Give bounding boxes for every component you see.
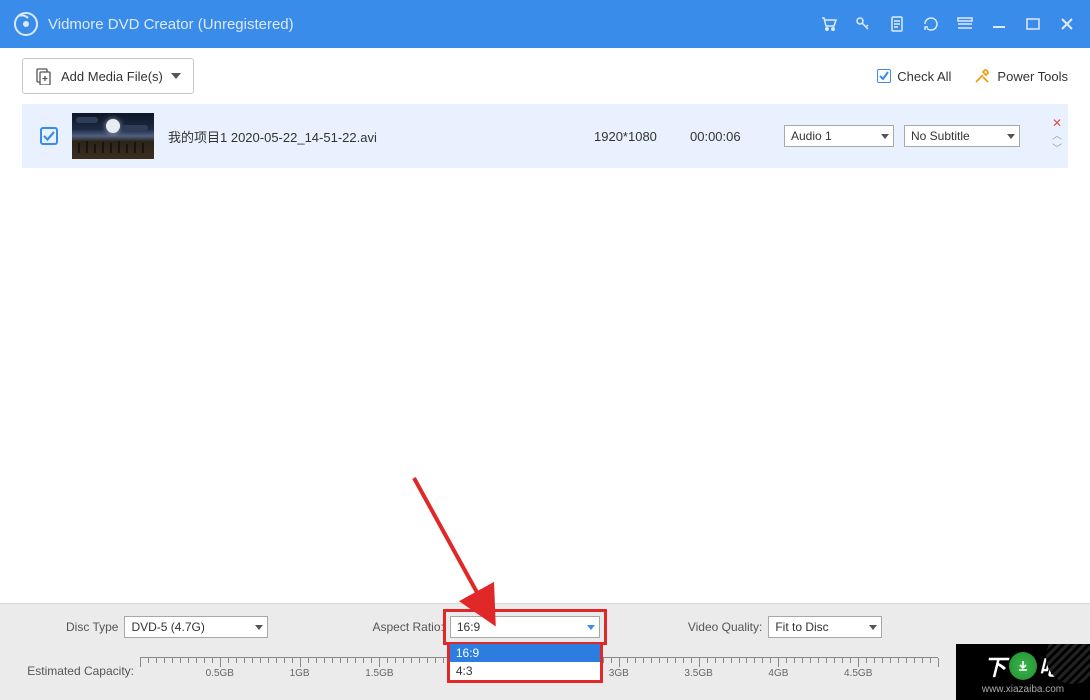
- file-resolution: 1920*1080: [594, 129, 657, 144]
- chevron-down-icon: [881, 134, 889, 139]
- chevron-down-icon: [869, 625, 877, 630]
- watermark-url: www.xiazaiba.com: [982, 684, 1064, 695]
- aspect-ratio-dropdown[interactable]: 16:9 16:9 4:3: [450, 616, 600, 638]
- chevron-down-icon: [255, 625, 263, 630]
- chevron-down-icon: [1007, 134, 1015, 139]
- close-icon[interactable]: [1058, 15, 1076, 33]
- check-all-label: Check All: [897, 69, 951, 84]
- menu-icon[interactable]: [956, 15, 974, 33]
- add-media-label: Add Media File(s): [61, 69, 163, 84]
- disc-type-value: DVD-5 (4.7G): [131, 620, 204, 634]
- subtitle-value: No Subtitle: [911, 129, 970, 143]
- power-tools[interactable]: Power Tools: [973, 67, 1068, 85]
- file-thumbnail: [72, 113, 154, 159]
- subtitle-dropdown[interactable]: No Subtitle: [904, 125, 1020, 147]
- check-all[interactable]: Check All: [877, 69, 951, 84]
- add-media-button[interactable]: Add Media File(s): [22, 58, 194, 94]
- move-up-icon[interactable]: ︿: [1052, 132, 1062, 142]
- maximize-icon[interactable]: [1024, 15, 1042, 33]
- cart-icon[interactable]: [820, 15, 838, 33]
- ruler-label: 1GB: [290, 668, 310, 679]
- row-controls: ✕ ︿ ﹀: [1052, 117, 1062, 155]
- aspect-ratio-value: 16:9: [457, 620, 480, 634]
- video-quality-dropdown[interactable]: Fit to Disc: [768, 616, 882, 638]
- app-logo-icon: [14, 12, 38, 36]
- tools-icon: [973, 67, 991, 85]
- move-down-icon[interactable]: ﹀: [1052, 145, 1062, 155]
- checkbox-icon: [877, 69, 891, 83]
- download-icon: [1009, 652, 1037, 680]
- disc-type-dropdown[interactable]: DVD-5 (4.7G): [124, 616, 268, 638]
- add-file-icon: [35, 67, 53, 85]
- audio-track-dropdown[interactable]: Audio 1: [784, 125, 894, 147]
- aspect-option-16-9[interactable]: 16:9: [450, 644, 600, 662]
- chevron-down-icon: [171, 73, 181, 79]
- bottom-panel: Disc Type DVD-5 (4.7G) Aspect Ratio: 16:…: [0, 603, 1090, 700]
- file-row[interactable]: 我的项目1 2020-05-22_14-51-22.avi 1920*1080 …: [22, 104, 1068, 168]
- annotation-highlight-box: 16:9: [443, 609, 607, 645]
- ruler-label: 4GB: [768, 668, 788, 679]
- key-icon[interactable]: [854, 15, 872, 33]
- title-actions: [820, 15, 1076, 33]
- title-bar: Vidmore DVD Creator (Unregistered): [0, 0, 1090, 48]
- app-title: Vidmore DVD Creator (Unregistered): [48, 16, 820, 33]
- ruler-label: 1.5GB: [365, 668, 393, 679]
- chevron-down-icon: [587, 625, 595, 630]
- minimize-icon[interactable]: [990, 15, 1008, 33]
- file-duration: 00:00:06: [690, 129, 741, 144]
- ruler-label: 3.5GB: [684, 668, 712, 679]
- aspect-option-4-3[interactable]: 4:3: [450, 662, 600, 680]
- document-icon[interactable]: [888, 15, 906, 33]
- watermark: 下 吧 www.xiazaiba.com: [956, 644, 1090, 700]
- ruler-label: 3GB: [609, 668, 629, 679]
- file-checkbox[interactable]: [40, 127, 58, 145]
- bottom-controls: Disc Type DVD-5 (4.7G) Aspect Ratio: 16:…: [0, 604, 1090, 650]
- file-list: 我的项目1 2020-05-22_14-51-22.avi 1920*1080 …: [0, 104, 1090, 168]
- toolbar: Add Media File(s) Check All Power Tools: [0, 48, 1090, 104]
- aspect-ratio-options: 16:9 4:3: [447, 644, 603, 683]
- aspect-ratio-label: Aspect Ratio:: [372, 620, 443, 634]
- file-name: 我的项目1 2020-05-22_14-51-22.avi: [168, 127, 377, 146]
- remove-icon[interactable]: ✕: [1052, 117, 1062, 129]
- disc-type-label: Disc Type: [66, 620, 118, 634]
- power-tools-label: Power Tools: [997, 69, 1068, 84]
- video-quality-value: Fit to Disc: [775, 620, 828, 634]
- video-quality-label: Video Quality:: [688, 620, 763, 634]
- audio-track-value: Audio 1: [791, 129, 832, 143]
- refresh-icon[interactable]: [922, 15, 940, 33]
- ruler-label: 0.5GB: [206, 668, 234, 679]
- ruler-label: 4.5GB: [844, 668, 872, 679]
- capacity-label: Estimated Capacity:: [22, 664, 140, 678]
